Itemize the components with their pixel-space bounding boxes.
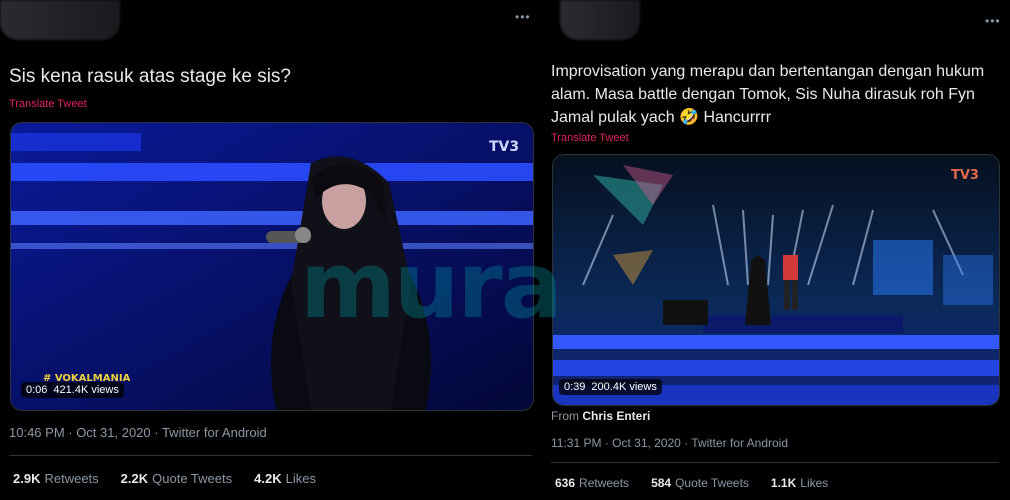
more-dots-icon[interactable]: ••• [515, 10, 531, 24]
video-badge: 0:06 421.4K views [21, 382, 124, 398]
rofl-emoji: 🤣 [679, 109, 699, 126]
tweet-stats: 636 Retweets 584 Quote Tweets 1.1K Likes [555, 476, 828, 490]
likes-stat[interactable]: 4.2K Likes [254, 471, 316, 486]
divider [551, 462, 999, 463]
video-duration: 0:39 [564, 381, 586, 393]
likes-stat[interactable]: 1.1K Likes [771, 476, 828, 490]
watermark-text: mura [300, 232, 563, 339]
video-views: 200.4K views [591, 381, 657, 393]
translate-tweet-link[interactable]: Translate Tweet [9, 98, 87, 110]
quote-tweets-stat[interactable]: 584 Quote Tweets [651, 476, 749, 490]
translate-tweet-link[interactable]: Translate Tweet [551, 132, 629, 144]
from-label: From [551, 409, 579, 423]
source-account-link[interactable]: Chris Enteri [582, 409, 650, 423]
divider [9, 455, 532, 456]
more-dots-icon[interactable]: ••• [985, 14, 1001, 28]
tweet-text: Sis kena rasuk atas stage ke sis? [9, 66, 291, 87]
video-badge: 0:39 200.4K views [559, 379, 662, 395]
retweets-stat[interactable]: 636 Retweets [555, 476, 629, 490]
tweet-text: Improvisation yang merapu dan bertentang… [551, 63, 985, 126]
tweet-timestamp[interactable]: 11:31 PM · Oct 31, 2020 · Twitter for An… [551, 436, 788, 450]
video-views: 421.4K views [53, 384, 119, 396]
video-frame [553, 155, 999, 405]
video-player[interactable]: TV3 0:39 200.4K views [552, 154, 1000, 406]
retweets-stat[interactable]: 2.9K Retweets [13, 471, 99, 486]
tweet-timestamp[interactable]: 10:46 PM · Oct 31, 2020 · Twitter for An… [9, 425, 267, 440]
channel-logo: TV3 [951, 168, 979, 183]
channel-logo: TV3 [489, 139, 520, 155]
video-source: From Chris Enteri [551, 409, 650, 423]
video-duration: 0:06 [26, 384, 48, 396]
blurred-avatar[interactable] [0, 0, 120, 40]
blurred-avatar[interactable] [560, 0, 640, 40]
tweet-right: ••• Improvisation yang merapu dan berten… [540, 0, 1010, 500]
quote-tweets-stat[interactable]: 2.2K Quote Tweets [121, 471, 232, 486]
tweet-stats: 2.9K Retweets 2.2K Quote Tweets 4.2K Likes [13, 471, 316, 486]
